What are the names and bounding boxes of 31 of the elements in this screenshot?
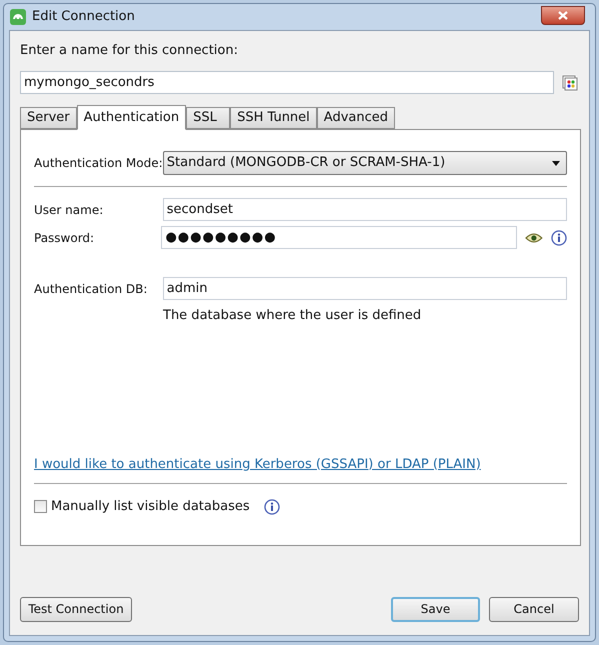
connection-name-field[interactable]: mymongo_secondrs <box>20 71 554 94</box>
close-icon <box>558 10 568 20</box>
name-prompt: Enter a name for this connection: <box>20 43 239 59</box>
user-name-label: User name: <box>34 202 104 218</box>
window-title: Edit Connection <box>32 8 135 26</box>
password-label: Password: <box>34 230 96 246</box>
auth-db-label: Authentication DB: <box>34 280 148 298</box>
dropdown-arrow-icon <box>552 160 560 166</box>
save-button[interactable]: Save <box>391 596 480 622</box>
manual-list-checkbox[interactable] <box>34 500 47 514</box>
auth-db-hint: The database where the user is defined <box>163 307 422 325</box>
info-icon[interactable] <box>264 498 280 515</box>
tab[interactable]: Authentication <box>76 105 186 130</box>
user-name-field[interactable]: secondset <box>162 198 567 221</box>
auth-db-field[interactable]: admin <box>162 277 567 300</box>
cancel-button[interactable]: Cancel <box>489 596 579 622</box>
tab[interactable]: Server <box>20 107 77 129</box>
test-connection-button[interactable]: Test Connection <box>20 596 132 622</box>
color-palette-icon[interactable] <box>562 74 578 90</box>
info-icon[interactable] <box>551 230 567 246</box>
kerberos-link[interactable]: I would like to authenticate using Kerberos (GSSAPI) or LDAP (PLAIN) <box>34 454 481 474</box>
app-icon <box>10 9 26 25</box>
tab[interactable]: SSH Tunnel <box>230 107 317 129</box>
close-button[interactable] <box>541 6 585 24</box>
auth-mode-label: Authentication Mode: <box>34 155 163 172</box>
eye-icon[interactable] <box>525 232 543 244</box>
tab[interactable]: Advanced <box>316 107 396 129</box>
password-field[interactable]: ●●●●●●●●● <box>161 226 518 249</box>
tab[interactable]: SSL <box>186 107 230 129</box>
manual-list-label: Manually list visible databases <box>51 498 250 516</box>
auth-mode-dropdown[interactable]: Standard (MONGODB-CR or SCRAM-SHA-1) <box>162 151 567 175</box>
